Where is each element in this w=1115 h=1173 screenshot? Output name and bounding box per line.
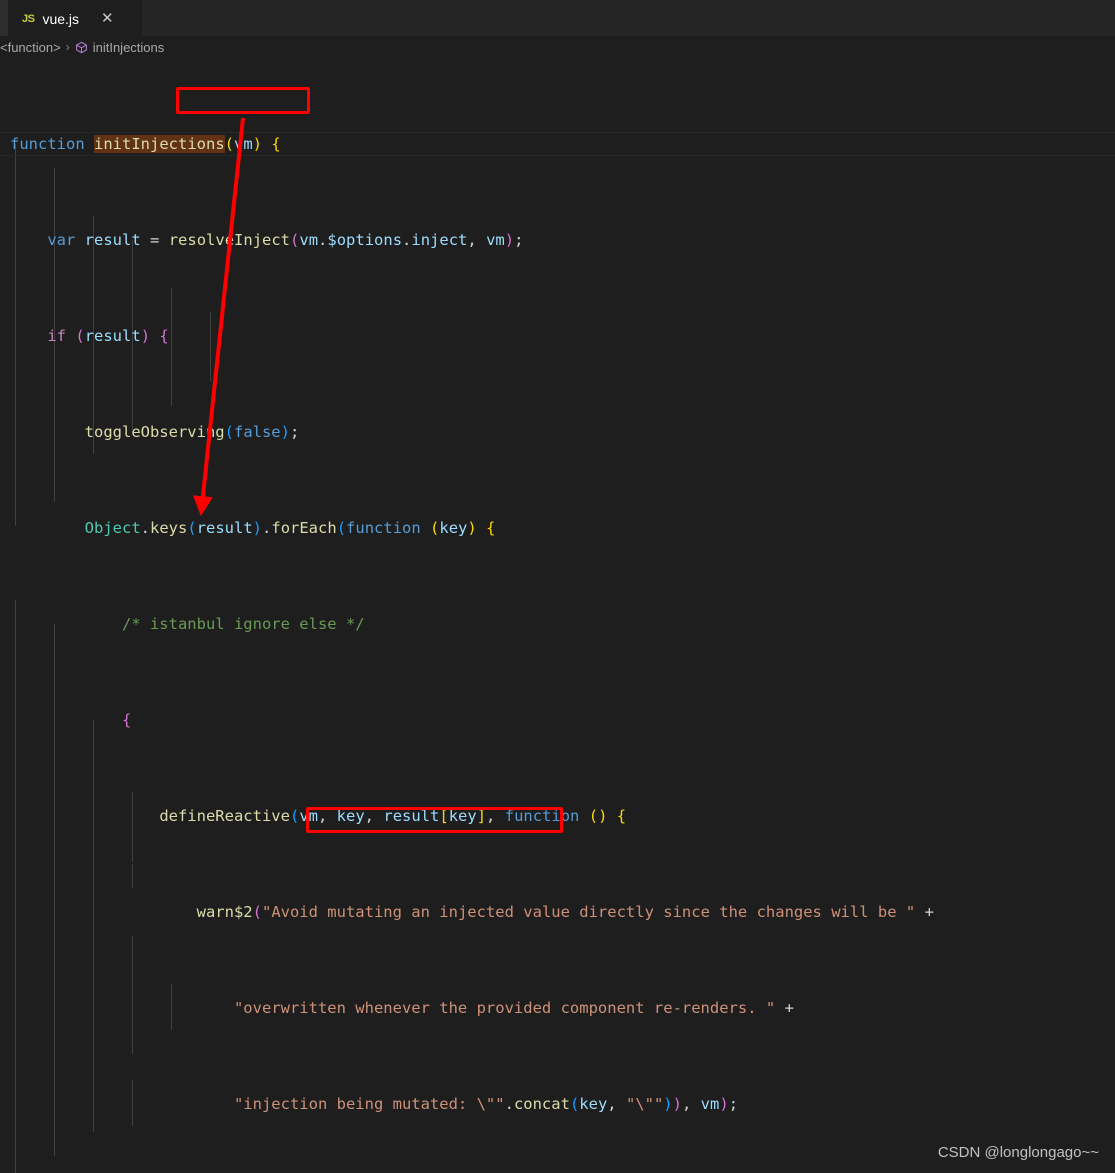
code-line: function initInjections(vm) {	[0, 132, 1115, 156]
code-line: var result = resolveInject(vm.$options.i…	[47, 231, 524, 249]
csdn-watermark: CSDN @longlongago~~	[937, 1144, 1099, 1161]
tab-bar-empty-area	[142, 0, 1115, 36]
editor-tab-bar: JS vue.js ✕	[0, 0, 1115, 36]
close-icon[interactable]: ✕	[101, 11, 114, 26]
code-line: "overwritten whenever the provided compo…	[233, 999, 794, 1017]
code-line: "injection being mutated: \"".concat(key…	[233, 1095, 739, 1113]
tab-scroll-edge	[0, 0, 8, 36]
code-line: Object.keys(result).forEach(function (ke…	[84, 519, 496, 537]
code-line: /* istanbul ignore else */	[121, 615, 365, 633]
code-line: defineReactive(vm, key, result[key], fun…	[159, 807, 627, 825]
code-content[interactable]: function initInjections(vm) { var result…	[0, 58, 1115, 1173]
tab-label: vue.js	[42, 10, 80, 27]
tab-vue-js[interactable]: JS vue.js ✕	[8, 0, 142, 36]
javascript-file-icon: JS	[22, 12, 35, 25]
code-line: {	[121, 711, 132, 729]
breadcrumb-item-function[interactable]: <function>	[0, 40, 61, 55]
code-line: if (result) {	[47, 327, 169, 345]
selection-highlight-token: initInjections	[94, 135, 225, 153]
symbol-method-icon	[75, 41, 88, 57]
code-line: toggleObserving(false);	[84, 423, 300, 441]
breadcrumb-separator-icon: ›	[65, 40, 70, 54]
code-editor[interactable]: function initInjections(vm) { var result…	[0, 58, 1115, 1173]
code-line: warn$2("Avoid mutating an injected value…	[196, 903, 934, 921]
breadcrumb-item-initinjections[interactable]: initInjections	[93, 40, 165, 55]
breadcrumb: <function> › initInjections	[0, 36, 1115, 58]
